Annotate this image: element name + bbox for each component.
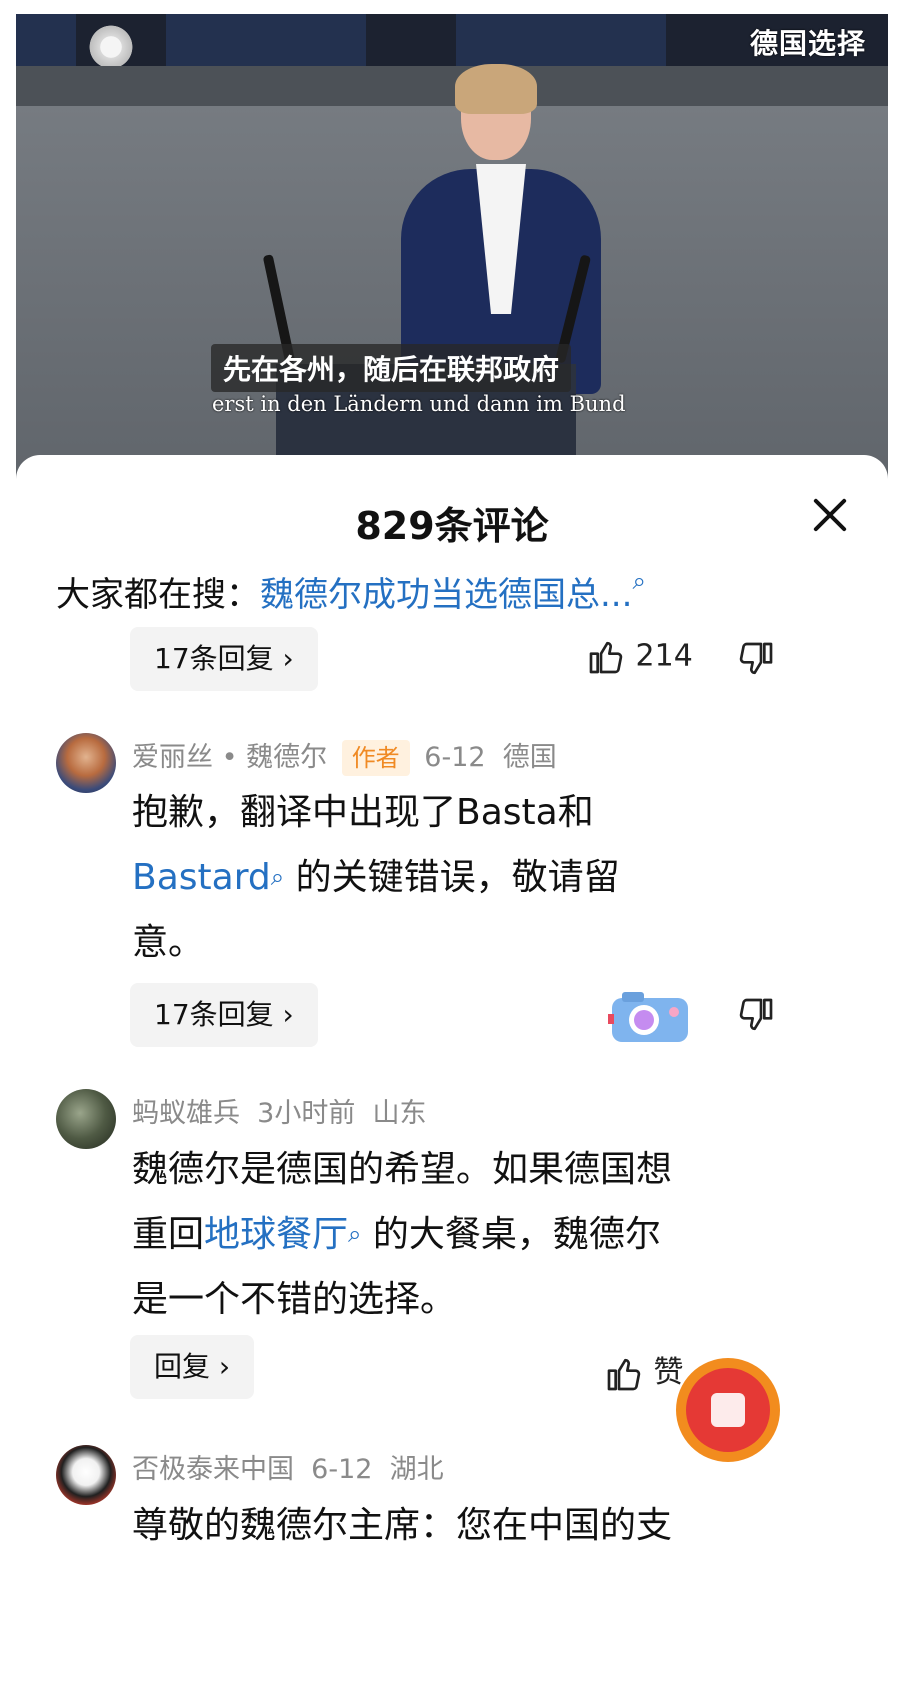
- comment-author[interactable]: 蚂蚁雄兵: [132, 1098, 240, 1129]
- view-replies-button[interactable]: 17条回复 ›: [130, 627, 318, 691]
- avatar[interactable]: [56, 1089, 116, 1149]
- avatar[interactable]: [56, 733, 116, 793]
- comment-location: 山东: [372, 1098, 427, 1129]
- red-packet-button[interactable]: [676, 1358, 780, 1462]
- subtitle-chinese: 先在各州，随后在联邦政府: [211, 344, 572, 392]
- search-icon: ⌕: [270, 863, 285, 891]
- comment-sheet: 829条评论 大家都在搜：魏德尔成功当选德国总...⌕ 17条回复 › 214 …: [16, 455, 888, 1692]
- thumbs-down-icon[interactable]: [736, 639, 776, 679]
- thumbs-up-icon: [589, 641, 623, 674]
- subtitle-german: erst in den Ländern und dann im Bund: [212, 392, 626, 416]
- like-button[interactable]: 214: [586, 637, 693, 677]
- author-badge: 作者: [341, 740, 410, 776]
- comment-text: 魏德尔是德国的希望。如果德国想 重回地球餐厅⌕ 的大餐桌，魏德尔 是一个不错的选…: [132, 1149, 673, 1320]
- hot-search-prefix: 大家都在搜：: [56, 575, 260, 615]
- search-icon: ⌕: [632, 567, 646, 595]
- hot-search-link[interactable]: 魏德尔成功当选德国总...: [260, 575, 632, 615]
- video-player[interactable]: 德国选择 先在各州，随后在联邦政府 erst in den Ländern un…: [16, 14, 888, 484]
- channel-logo: 德国选择: [749, 27, 866, 60]
- comment-location: 德国: [502, 742, 557, 773]
- keyword-link[interactable]: 地球餐厅: [204, 1214, 348, 1255]
- keyword-link[interactable]: Bastard: [132, 857, 271, 898]
- comment-date: 6-12: [424, 742, 486, 773]
- comment-date: 6-12: [311, 1454, 373, 1485]
- comment-meta: 否极泰来中国 6-12 湖北: [132, 1447, 444, 1486]
- comment-author[interactable]: 爱丽丝 • 魏德尔: [132, 742, 327, 773]
- avatar[interactable]: [56, 1445, 116, 1505]
- view-replies-button[interactable]: 17条回复 ›: [130, 983, 318, 1047]
- camera-icon[interactable]: [608, 988, 692, 1044]
- comment-text: 抱歉，翻译中出现了Basta和 Bastard⌕ 的关键错误，敬请留 意。: [132, 792, 620, 963]
- hot-search-bar[interactable]: 大家都在搜：魏德尔成功当选德国总...⌕: [56, 567, 646, 616]
- reply-button[interactable]: 回复 ›: [130, 1335, 255, 1399]
- comment-count-title: 829条评论: [355, 504, 549, 548]
- like-label: 赞: [653, 1355, 684, 1390]
- comment-meta: 爱丽丝 • 魏德尔 作者 6-12 德国: [132, 735, 557, 776]
- comment-text: 尊敬的魏德尔主席：您在中国的支: [132, 1505, 673, 1546]
- like-button[interactable]: 赞: [604, 1347, 684, 1394]
- like-count: 214: [635, 638, 693, 674]
- search-icon: ⌕: [348, 1220, 362, 1248]
- comment-author[interactable]: 否极泰来中国: [132, 1454, 294, 1485]
- comment-location: 湖北: [389, 1454, 444, 1485]
- thumbs-down-icon[interactable]: [736, 995, 776, 1035]
- close-icon[interactable]: [810, 495, 850, 535]
- comment-meta: 蚂蚁雄兵 3小时前 山东: [132, 1091, 427, 1130]
- eagle-emblem: [86, 22, 136, 72]
- comment-date: 3小时前: [257, 1098, 356, 1129]
- thumbs-up-icon: [607, 1358, 641, 1390]
- red-packet-icon: [686, 1368, 770, 1452]
